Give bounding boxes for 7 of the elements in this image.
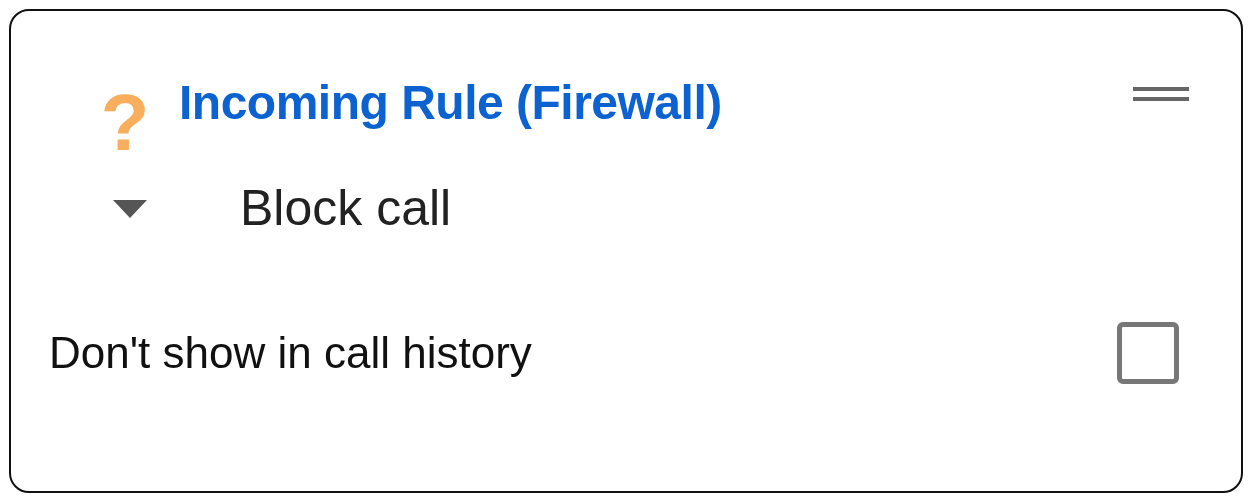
option-label: Don't show in call history — [49, 327, 532, 379]
checkbox[interactable] — [1117, 322, 1179, 384]
question-icon: ? — [95, 83, 155, 163]
rule-title: Incoming Rule (Firewall) — [179, 75, 722, 131]
drag-handle-icon[interactable] — [1133, 87, 1189, 101]
dropdown-value[interactable]: Block call — [240, 171, 452, 246]
caret-icon[interactable] — [113, 199, 147, 218]
